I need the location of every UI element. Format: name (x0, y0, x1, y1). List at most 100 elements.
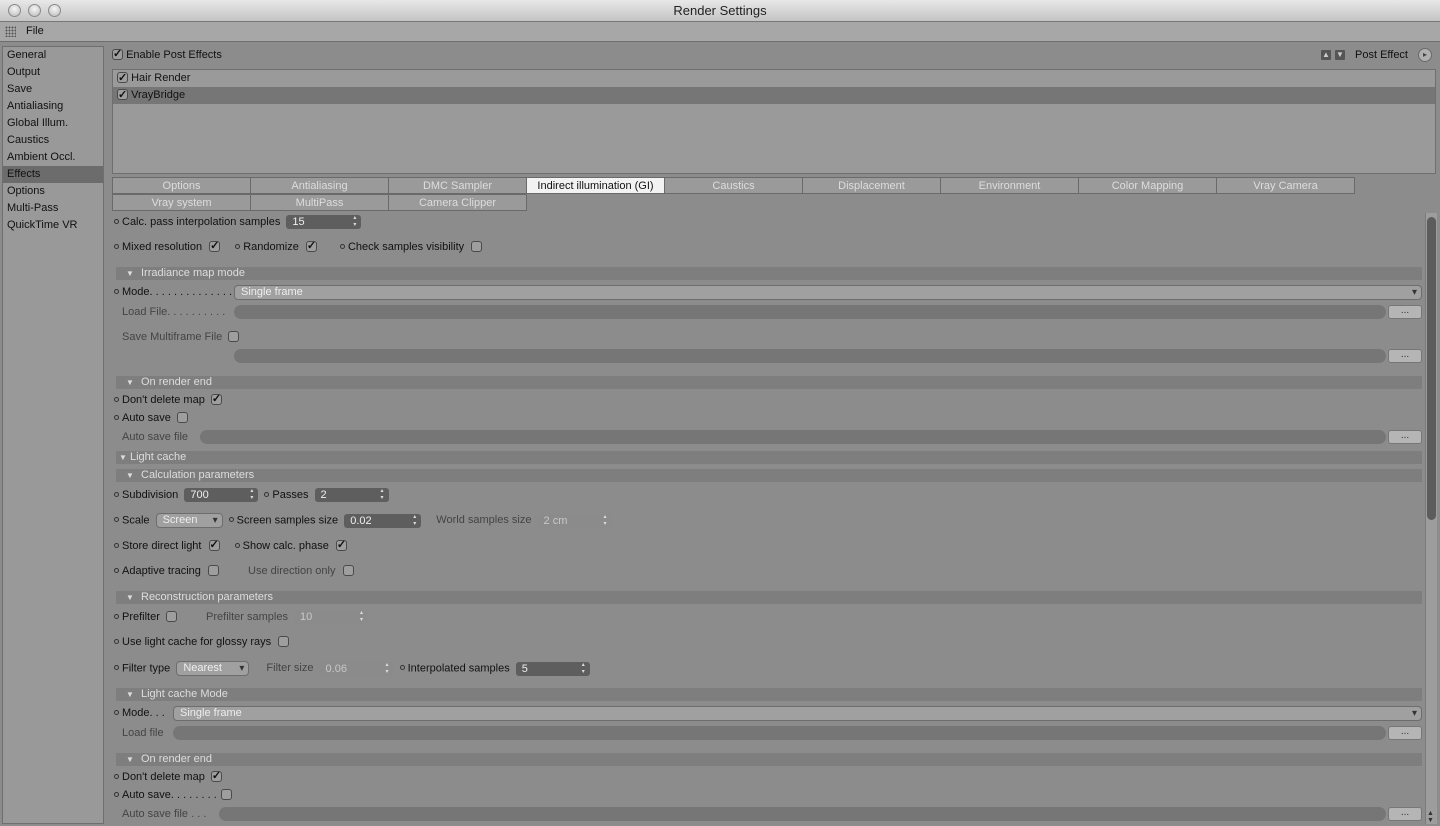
lc-load-file-field[interactable] (173, 726, 1386, 740)
sidebar-item-global-illum[interactable]: Global Illum. (3, 115, 103, 132)
light-cache-section-header[interactable]: ▼ Light cache (116, 451, 1422, 464)
show-calc-checkbox[interactable] (335, 538, 347, 551)
lc-load-file-browse-button[interactable]: ... (1388, 726, 1422, 740)
vertical-scrollbar[interactable]: ▲ ▼ (1425, 213, 1437, 824)
collapse-triangle-icon[interactable]: ▼ (126, 267, 134, 280)
auto-save-checkbox[interactable] (176, 412, 188, 423)
animate-dot-icon[interactable] (114, 613, 119, 619)
save-multiframe-browse-button[interactable]: ... (1388, 349, 1422, 363)
lc-mode-select[interactable]: Single frame (173, 706, 1422, 721)
tab-antialiasing[interactable]: Antialiasing (250, 177, 389, 194)
tab-color-mapping[interactable]: Color Mapping (1078, 177, 1217, 194)
tab-multipass[interactable]: MultiPass (250, 194, 389, 211)
load-file-field[interactable] (234, 305, 1386, 319)
animate-dot-icon[interactable] (114, 665, 119, 671)
vraybridge-checkbox[interactable] (117, 87, 128, 104)
tab-caustics[interactable]: Caustics (664, 177, 803, 194)
save-multiframe-checkbox[interactable] (228, 331, 240, 342)
sidebar-item-caustics[interactable]: Caustics (3, 132, 103, 149)
world-samples-stepper[interactable]: 2 cm (537, 513, 612, 528)
collapse-triangle-icon[interactable]: ▼ (126, 469, 134, 482)
interp-samples-stepper[interactable]: 5 (515, 661, 590, 676)
save-multiframe-field[interactable] (234, 349, 1386, 363)
sidebar-item-save[interactable]: Save (3, 81, 103, 98)
prefilter-samples-stepper[interactable]: 10 (294, 610, 369, 624)
prefilter-checkbox[interactable] (165, 610, 177, 622)
sidebar-item-options[interactable]: Options (3, 183, 103, 200)
auto-save-file-browse-button[interactable]: ... (1388, 430, 1422, 444)
lc-dont-delete-checkbox[interactable] (210, 769, 222, 782)
file-menu[interactable]: File (26, 25, 44, 37)
calc-pass-stepper[interactable]: 15 (286, 215, 362, 229)
animate-dot-icon[interactable] (228, 517, 234, 523)
tab-vray-camera[interactable]: Vray Camera (1216, 177, 1355, 194)
animate-dot-icon[interactable] (114, 710, 119, 715)
sidebar-item-general[interactable]: General (3, 47, 103, 64)
scale-select[interactable]: Screen (155, 513, 223, 528)
recon-section-header[interactable]: ▼ Reconstruction parameters (116, 591, 1422, 604)
lc-auto-save-file-field[interactable] (219, 807, 1386, 821)
store-direct-checkbox[interactable] (208, 538, 220, 551)
tab-dmc-sampler[interactable]: DMC Sampler (388, 177, 527, 194)
auto-save-file-field[interactable] (200, 430, 1386, 444)
animate-dot-icon[interactable] (235, 244, 241, 249)
dont-delete-checkbox[interactable] (210, 392, 222, 405)
tab-displacement[interactable]: Displacement (802, 177, 941, 194)
animate-dot-icon[interactable] (114, 517, 119, 523)
sidebar-item-ambient-occl[interactable]: Ambient Occl. (3, 149, 103, 166)
lc-auto-save-checkbox[interactable] (220, 789, 232, 800)
mode-select[interactable]: Single frame (234, 285, 1422, 300)
sidebar-item-antialiasing[interactable]: Antialiasing (3, 98, 103, 115)
filter-type-select[interactable]: Nearest (176, 661, 250, 676)
animate-dot-icon[interactable] (114, 568, 119, 573)
animate-dot-icon[interactable] (339, 244, 345, 249)
scrollbar-thumb[interactable] (1427, 217, 1436, 520)
use-direction-checkbox[interactable] (342, 565, 354, 576)
animate-dot-icon[interactable] (114, 397, 119, 402)
tab-options[interactable]: Options (112, 177, 251, 194)
sidebar-item-output[interactable]: Output (3, 64, 103, 81)
tab-vray-system[interactable]: Vray system (112, 194, 251, 211)
animate-dot-icon[interactable] (399, 665, 405, 671)
subdivision-stepper[interactable]: 700 (184, 488, 259, 502)
mixed-resolution-checkbox[interactable] (209, 239, 221, 252)
scroll-arrows-icon[interactable]: ▲ ▼ (1427, 810, 1436, 824)
calc-params-section-header[interactable]: ▼ Calculation parameters (116, 469, 1422, 482)
sidebar-item-multi-pass[interactable]: Multi-Pass (3, 200, 103, 217)
animate-dot-icon[interactable] (114, 543, 119, 548)
list-item[interactable]: VrayBridge (113, 87, 1435, 104)
list-item[interactable]: Hair Render (113, 70, 1435, 87)
move-up-icon[interactable]: ▲ (1321, 50, 1331, 60)
passes-stepper[interactable]: 2 (314, 488, 389, 502)
move-down-icon[interactable]: ▼ (1335, 50, 1345, 60)
sidebar-item-effects[interactable]: Effects (3, 166, 103, 183)
screen-samples-stepper[interactable]: 0.02 (344, 513, 422, 528)
animate-dot-icon[interactable] (114, 415, 119, 420)
animate-dot-icon[interactable] (234, 543, 240, 548)
lc-auto-save-file-browse-button[interactable]: ... (1388, 807, 1422, 821)
grip-icon[interactable] (5, 26, 16, 37)
animate-dot-icon[interactable] (264, 491, 270, 497)
sidebar-item-quicktime-vr[interactable]: QuickTime VR (3, 217, 103, 234)
glossy-checkbox[interactable] (278, 636, 290, 647)
check-samples-checkbox[interactable] (471, 241, 483, 252)
collapse-triangle-icon[interactable]: ▼ (126, 753, 134, 766)
randomize-checkbox[interactable] (305, 239, 317, 252)
animate-dot-icon[interactable] (114, 639, 119, 644)
animate-dot-icon[interactable] (114, 218, 119, 224)
animate-dot-icon[interactable] (114, 792, 119, 797)
post-effect-menu-button[interactable]: ▸ (1418, 48, 1432, 62)
hair-render-checkbox[interactable] (117, 70, 128, 87)
animate-dot-icon[interactable] (114, 491, 119, 497)
animate-dot-icon[interactable] (114, 244, 119, 249)
tab-indirect-illumination[interactable]: Indirect illumination (GI) (526, 177, 665, 194)
collapse-triangle-icon[interactable]: ▼ (126, 688, 134, 701)
tab-camera-clipper[interactable]: Camera Clipper (388, 194, 527, 211)
tab-environment[interactable]: Environment (940, 177, 1079, 194)
on-render-end-section-header[interactable]: ▼ On render end (116, 376, 1422, 389)
enable-post-effects[interactable]: Enable Post Effects (112, 47, 222, 61)
adaptive-checkbox[interactable] (207, 565, 219, 576)
animate-dot-icon[interactable] (114, 289, 119, 294)
lc-on-render-end-section-header[interactable]: ▼ On render end (116, 753, 1422, 766)
irradiance-section-header[interactable]: ▼ Irradiance map mode (116, 267, 1422, 280)
